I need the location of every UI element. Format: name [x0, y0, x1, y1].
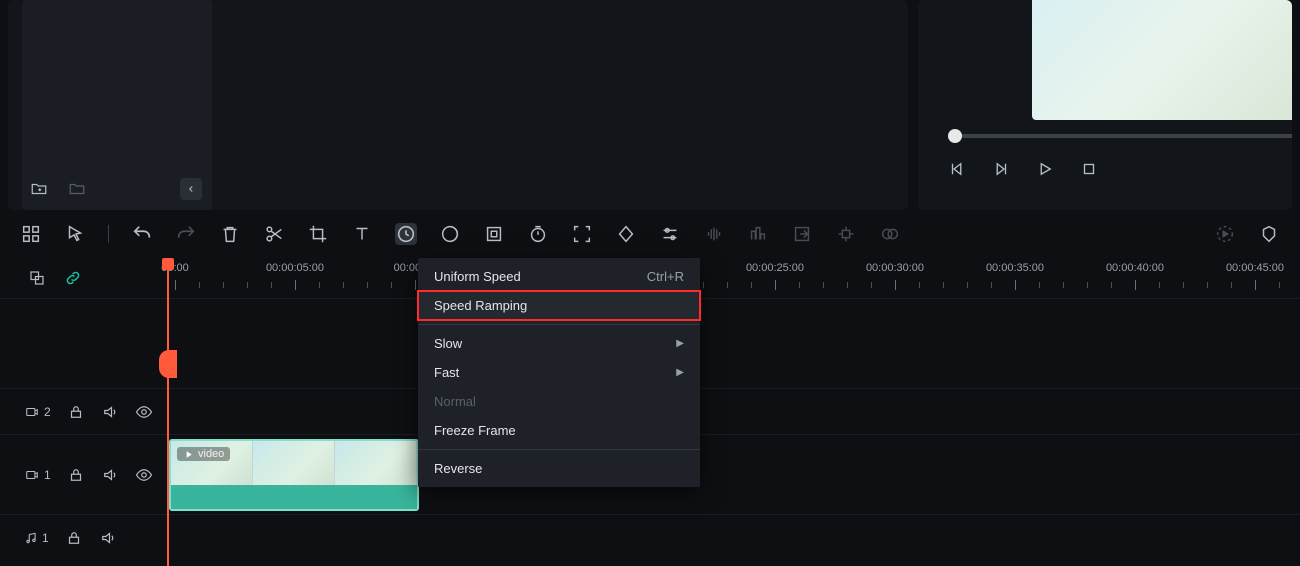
next-frame-button[interactable]	[992, 160, 1010, 178]
submenu-arrow-icon: ▶	[676, 338, 684, 349]
link-icon[interactable]	[64, 269, 82, 287]
time-label: 00:00:40:00	[1106, 262, 1164, 274]
time-label: 00:00:45:00	[1226, 262, 1284, 274]
play-button[interactable]	[1036, 160, 1054, 178]
speed-context-menu: Uniform Speed Ctrl+R Speed Ramping Slow …	[418, 258, 700, 487]
lock-icon[interactable]	[67, 466, 85, 484]
track-number: 1	[42, 531, 49, 545]
stop-button[interactable]	[1080, 160, 1098, 178]
track-icon-video: 2	[24, 405, 51, 419]
submenu-arrow-icon: ▶	[676, 367, 684, 378]
time-label: 00:00:25:00	[746, 262, 804, 274]
collapse-panel-button[interactable]	[180, 178, 202, 200]
keyframe-button[interactable]	[615, 223, 637, 245]
timeline-toolbar	[0, 210, 1300, 258]
transform-button	[791, 223, 813, 245]
track-audio1: 1	[0, 514, 1300, 560]
folder-icon[interactable]	[68, 180, 86, 198]
track-icon-audio: 1	[24, 531, 49, 545]
cursor-tool-button[interactable]	[64, 223, 86, 245]
eye-icon[interactable]	[135, 466, 153, 484]
mix-button	[747, 223, 769, 245]
lock-icon[interactable]	[65, 529, 83, 547]
menu-speed-ramping[interactable]: Speed Ramping	[418, 291, 700, 320]
adjust-button[interactable]	[659, 223, 681, 245]
marker-button[interactable]	[1258, 223, 1280, 245]
preview-panel	[918, 0, 1292, 210]
time-label: 00:00:05:00	[266, 262, 324, 274]
time-label: 00:00:35:00	[986, 262, 1044, 274]
media-panel	[8, 0, 908, 210]
track-number: 2	[44, 405, 51, 419]
effects-button	[879, 223, 901, 245]
prev-frame-button[interactable]	[948, 160, 966, 178]
chroma-button[interactable]	[483, 223, 505, 245]
menu-shortcut: Ctrl+R	[647, 269, 684, 284]
focus-button[interactable]	[571, 223, 593, 245]
menu-fast[interactable]: Fast ▶	[418, 358, 700, 387]
cut-button[interactable]	[263, 223, 285, 245]
track-icon-video: 1	[24, 468, 51, 482]
duration-button[interactable]	[527, 223, 549, 245]
preview-progress[interactable]	[948, 134, 1292, 138]
audio-button	[703, 223, 725, 245]
preview-progress-knob[interactable]	[948, 129, 962, 143]
mute-icon[interactable]	[101, 403, 119, 421]
track-number: 1	[44, 468, 51, 482]
menu-uniform-speed[interactable]: Uniform Speed Ctrl+R	[418, 262, 700, 291]
time-label: 00:00:30:00	[866, 262, 924, 274]
lock-icon[interactable]	[67, 403, 85, 421]
preview-thumbnail	[1032, 0, 1292, 120]
add-folder-icon[interactable]	[30, 180, 48, 198]
redo-button[interactable]	[175, 223, 197, 245]
playhead[interactable]	[167, 258, 169, 566]
menu-freeze-frame[interactable]: Freeze Frame	[418, 416, 700, 445]
mute-icon[interactable]	[101, 466, 119, 484]
eye-icon[interactable]	[135, 403, 153, 421]
grid-view-button[interactable]	[20, 223, 42, 245]
menu-slow[interactable]: Slow ▶	[418, 329, 700, 358]
speed-button[interactable]	[395, 223, 417, 245]
menu-reverse[interactable]: Reverse	[418, 454, 700, 483]
tracking-button	[835, 223, 857, 245]
paste-insert-icon[interactable]	[28, 269, 46, 287]
crop-button[interactable]	[307, 223, 329, 245]
delete-button[interactable]	[219, 223, 241, 245]
render-button[interactable]	[1214, 223, 1236, 245]
color-button[interactable]	[439, 223, 461, 245]
clip-label: video	[177, 447, 230, 461]
mute-icon[interactable]	[99, 529, 117, 547]
video-clip[interactable]: video	[169, 439, 419, 511]
text-button[interactable]	[351, 223, 373, 245]
menu-normal: Normal	[418, 387, 700, 416]
undo-button[interactable]	[131, 223, 153, 245]
playhead-handle[interactable]	[159, 350, 177, 378]
